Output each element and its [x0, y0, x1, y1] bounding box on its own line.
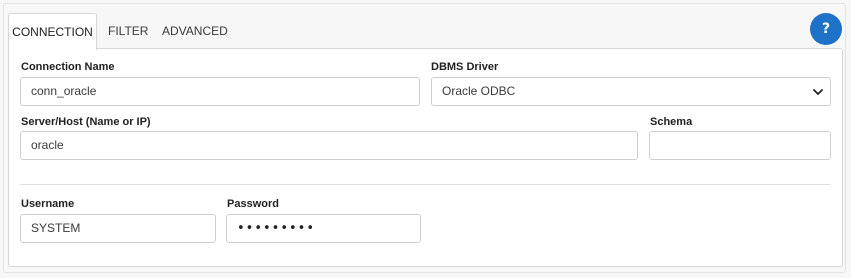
chevron-down-icon — [813, 89, 823, 95]
connection-name-label: Connection Name — [21, 61, 115, 73]
username-label: Username — [21, 198, 75, 210]
password-mask: ••••••••• — [237, 221, 316, 236]
username-field[interactable]: SYSTEM — [20, 214, 216, 243]
server-host-label: Server/Host (Name or IP) — [21, 116, 151, 128]
password-field[interactable]: ••••••••• — [226, 214, 421, 243]
dbms-driver-select[interactable]: Oracle ODBC — [431, 77, 831, 106]
tab-advanced[interactable]: ADVANCED — [162, 13, 228, 49]
schema-label: Schema — [650, 116, 693, 128]
password-label: Password — [227, 198, 279, 210]
dbms-driver-value: Oracle ODBC — [442, 84, 516, 98]
dbms-driver-label: DBMS Driver — [431, 61, 499, 73]
help-button[interactable]: ? — [810, 13, 842, 45]
tab-filter[interactable]: FILTER — [108, 13, 148, 49]
section-divider — [20, 184, 830, 185]
schema-field[interactable] — [649, 131, 831, 160]
tab-connection[interactable]: CONNECTION — [8, 13, 97, 50]
question-icon: ? — [821, 21, 831, 37]
connection-name-field[interactable]: conn_oracle — [20, 77, 420, 106]
server-host-field[interactable]: oracle — [20, 131, 638, 160]
